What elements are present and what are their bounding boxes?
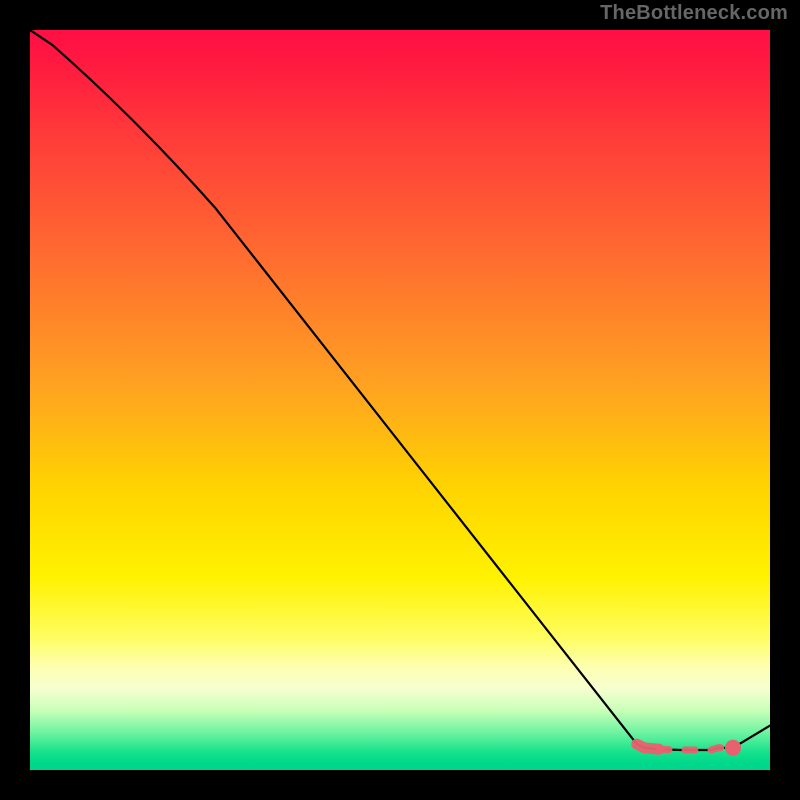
chart-frame: TheBottleneck.com [0, 0, 800, 800]
watermark-text: TheBottleneck.com [600, 2, 788, 25]
plot-border [30, 30, 770, 770]
gradient-panel [30, 30, 770, 770]
